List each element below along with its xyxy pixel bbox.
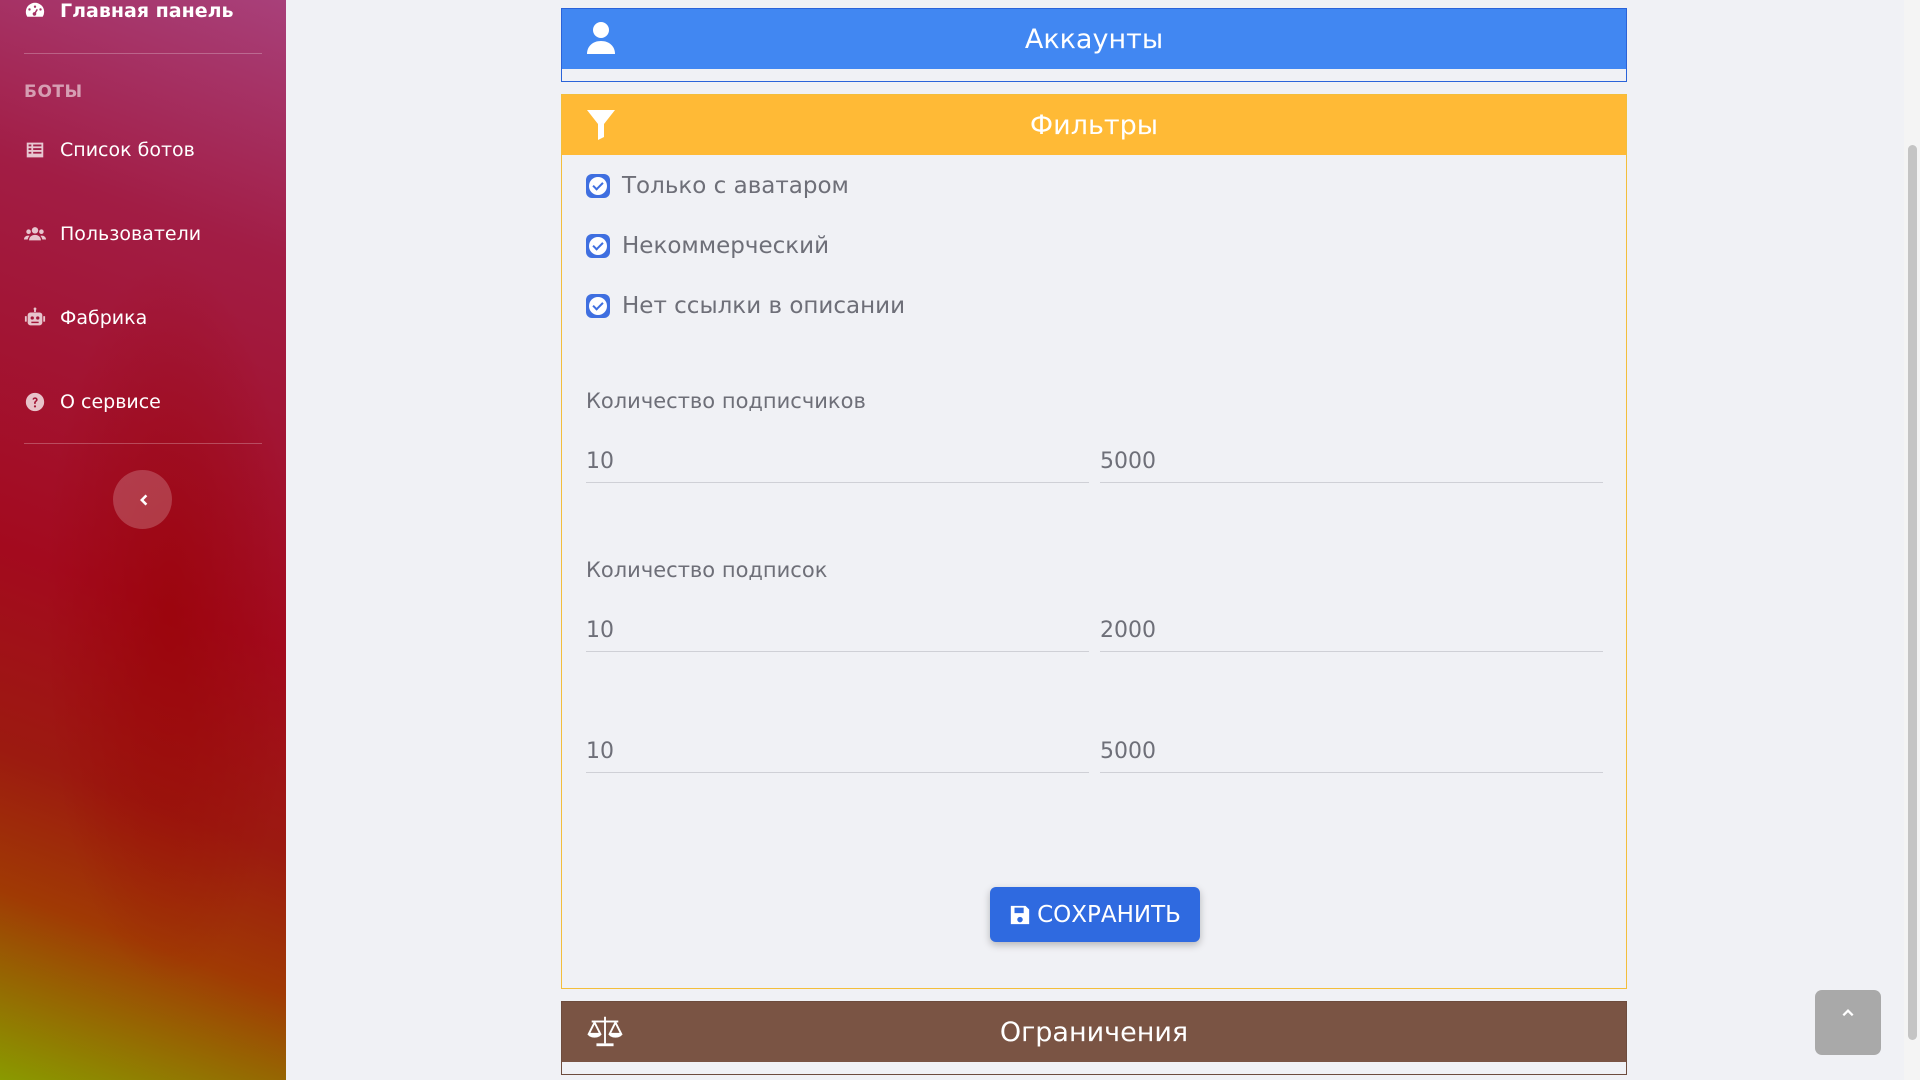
filters-card-header[interactable]: Фильтры bbox=[562, 95, 1626, 155]
sidebar-item-label: Пользователи bbox=[60, 223, 202, 245]
robot-icon bbox=[24, 307, 46, 326]
sidebar: Главная панель БОТЫ Список ботов Пользов… bbox=[0, 0, 286, 1080]
accounts-card-title: Аккаунты bbox=[1024, 23, 1164, 55]
users-icon bbox=[24, 227, 46, 241]
user-icon bbox=[587, 22, 615, 54]
scroll-to-top-button[interactable] bbox=[1815, 990, 1881, 1055]
sidebar-item-label: Главная панель bbox=[60, 0, 234, 22]
range-max-input[interactable] bbox=[1100, 731, 1603, 773]
save-icon bbox=[1010, 905, 1030, 924]
sidebar-divider bbox=[24, 443, 262, 444]
dashboard-icon bbox=[25, 2, 45, 17]
checkbox-checked[interactable] bbox=[586, 174, 610, 198]
checkbox-label: Только с аватаром bbox=[622, 173, 849, 199]
checkbox-label: Некоммерческий bbox=[622, 233, 830, 259]
chevron-left-icon bbox=[139, 494, 147, 505]
sidebar-section-heading: БОТЫ bbox=[24, 82, 83, 102]
limits-card-title: Ограничения bbox=[999, 1016, 1189, 1048]
followers-max-input[interactable] bbox=[1100, 441, 1603, 483]
accounts-card-body bbox=[562, 69, 1626, 81]
question-icon bbox=[25, 392, 45, 412]
chevron-up-icon bbox=[1842, 1009, 1854, 1017]
filter-checkbox-no-link[interactable]: Нет ссылки в описании bbox=[586, 293, 905, 319]
checkbox-label: Нет ссылки в описании bbox=[622, 293, 906, 319]
followers-count-label: Количество подписчиков bbox=[586, 389, 866, 413]
sidebar-item-dashboard[interactable]: Главная панель bbox=[24, 0, 234, 22]
save-button-label: СОХРАНИТЬ bbox=[1037, 901, 1181, 928]
filters-card-title: Фильтры bbox=[1029, 109, 1159, 141]
subscriptions-max-input[interactable] bbox=[1100, 610, 1603, 652]
sidebar-item-bot-list[interactable]: Список ботов bbox=[24, 139, 195, 161]
sidebar-item-label: Фабрика bbox=[60, 307, 148, 329]
sidebar-divider bbox=[24, 53, 262, 54]
sidebar-item-about[interactable]: О сервисе bbox=[24, 391, 161, 413]
scale-icon bbox=[587, 1016, 623, 1047]
filters-card: Фильтры Только с аватаром Некоммерческий… bbox=[561, 94, 1627, 989]
checkbox-checked[interactable] bbox=[586, 294, 610, 318]
sidebar-item-users[interactable]: Пользователи bbox=[24, 223, 201, 245]
followers-min-input[interactable] bbox=[586, 441, 1089, 483]
subscriptions-count-label: Количество подписок bbox=[586, 558, 828, 582]
list-icon bbox=[26, 142, 44, 158]
filter-icon bbox=[587, 110, 615, 140]
accounts-card: Аккаунты bbox=[561, 8, 1627, 82]
sidebar-item-label: Список ботов bbox=[60, 139, 195, 161]
sidebar-collapse-button[interactable] bbox=[113, 470, 172, 529]
range-min-input[interactable] bbox=[586, 731, 1089, 773]
sidebar-item-factory[interactable]: Фабрика bbox=[24, 307, 147, 329]
limits-card-header[interactable]: Ограничения bbox=[562, 1002, 1626, 1062]
sidebar-item-label: О сервисе bbox=[60, 391, 161, 413]
save-button[interactable]: СОХРАНИТЬ bbox=[990, 887, 1200, 942]
scrollbar-thumb[interactable] bbox=[1908, 145, 1917, 1040]
subscriptions-min-input[interactable] bbox=[586, 610, 1089, 652]
checkbox-checked[interactable] bbox=[586, 234, 610, 258]
accounts-card-header[interactable]: Аккаунты bbox=[562, 9, 1626, 69]
filter-checkbox-noncommercial[interactable]: Некоммерческий bbox=[586, 233, 829, 259]
limits-card: Ограничения bbox=[561, 1001, 1627, 1075]
filter-checkbox-avatar[interactable]: Только с аватаром bbox=[586, 173, 849, 199]
